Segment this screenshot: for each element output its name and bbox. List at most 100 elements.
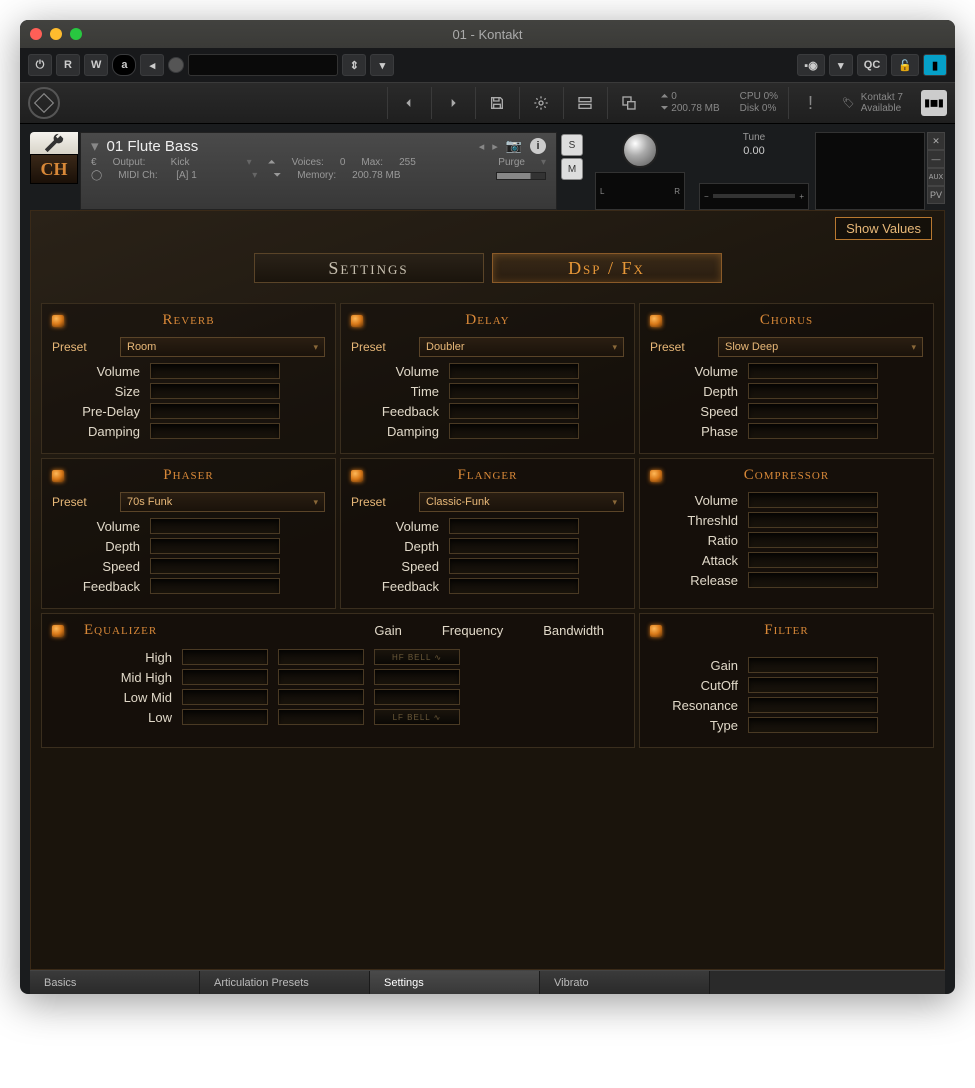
delay-time-slider[interactable]	[449, 383, 579, 399]
chorus-depth-slider[interactable]	[748, 383, 878, 399]
flanger-volume-slider[interactable]	[449, 518, 579, 534]
chorus-volume-slider[interactable]	[748, 363, 878, 379]
eq-low-gain[interactable]	[182, 709, 268, 725]
volume-slider[interactable]: −+	[699, 183, 809, 211]
delay-preset-select[interactable]: Doubler	[419, 337, 624, 357]
write-button[interactable]: W	[84, 54, 108, 76]
minimize-view-button[interactable]	[607, 87, 651, 119]
lock-icon[interactable]: 🔓	[891, 54, 919, 76]
settings-button[interactable]	[519, 87, 563, 119]
rack-view-button[interactable]	[563, 87, 607, 119]
comp-ratio-slider[interactable]	[748, 532, 878, 548]
tab-settings[interactable]: Settings	[254, 253, 484, 283]
flanger-preset-select[interactable]: Classic-Funk	[419, 492, 624, 512]
eq-high-bell[interactable]: HF BELL ∿	[374, 649, 460, 665]
preset-field[interactable]	[188, 54, 338, 76]
info-icon[interactable]: i	[530, 138, 546, 154]
filter-cutoff-slider[interactable]	[748, 677, 878, 693]
alert-icon[interactable]: !	[788, 87, 832, 119]
eq-high-freq[interactable]	[278, 649, 364, 665]
eq-high-gain[interactable]	[182, 649, 268, 665]
output-value[interactable]: Kick	[171, 157, 231, 168]
accent-toggle-button[interactable]: ▮	[923, 54, 947, 76]
phaser-enable-led[interactable]	[52, 470, 64, 482]
tab-dsp-fx[interactable]: Dsp / Fx	[492, 253, 722, 283]
aux-button[interactable]: AUX	[927, 168, 945, 186]
flanger-enable-led[interactable]	[351, 470, 363, 482]
chorus-preset-select[interactable]: Slow Deep	[718, 337, 923, 357]
close-window-button[interactable]	[30, 28, 42, 40]
phaser-depth-slider[interactable]	[150, 538, 280, 554]
camera-button[interactable]: ▪◉	[797, 54, 825, 76]
qc-button[interactable]: QC	[857, 54, 888, 76]
phaser-speed-slider[interactable]	[150, 558, 280, 574]
next-button[interactable]	[431, 87, 475, 119]
comp-threshold-slider[interactable]	[748, 512, 878, 528]
minimize-instrument-button[interactable]: —	[927, 150, 945, 168]
comp-release-slider[interactable]	[748, 572, 878, 588]
comp-attack-slider[interactable]	[748, 552, 878, 568]
eq-lowmid-bw[interactable]	[374, 689, 460, 705]
dropdown-button[interactable]: ▾	[370, 54, 394, 76]
chorus-speed-slider[interactable]	[748, 403, 878, 419]
reverb-preset-select[interactable]: Room	[120, 337, 325, 357]
delay-enable-led[interactable]	[351, 315, 363, 327]
reverb-size-slider[interactable]	[150, 383, 280, 399]
filter-type-slider[interactable]	[748, 717, 878, 733]
next-preset-button[interactable]: ▸	[492, 140, 498, 153]
mute-button[interactable]: M	[561, 158, 583, 180]
save-button[interactable]	[475, 87, 519, 119]
eq-midhigh-freq[interactable]	[278, 669, 364, 685]
bottom-tab-settings[interactable]: Settings	[370, 971, 540, 994]
delay-feedback-slider[interactable]	[449, 403, 579, 419]
a-button[interactable]: a	[112, 54, 136, 76]
eq-low-bell[interactable]: LF BELL ∿	[374, 709, 460, 725]
flanger-feedback-slider[interactable]	[449, 578, 579, 594]
eq-midhigh-bw[interactable]	[374, 669, 460, 685]
menu-dropdown-button[interactable]: ▾	[829, 54, 853, 76]
power-button[interactable]: ⏻	[28, 54, 52, 76]
maximize-window-button[interactable]	[70, 28, 82, 40]
bottom-tab-basics[interactable]: Basics	[30, 971, 200, 994]
close-instrument-button[interactable]: ✕	[927, 132, 945, 150]
chorus-phase-slider[interactable]	[748, 423, 878, 439]
midi-value[interactable]: [A] 1	[176, 170, 236, 181]
bottom-tab-articulation[interactable]: Articulation Presets	[200, 971, 370, 994]
tune-knob[interactable]	[622, 132, 658, 168]
bottom-tab-vibrato[interactable]: Vibrato	[540, 971, 710, 994]
reverb-volume-slider[interactable]	[150, 363, 280, 379]
show-values-button[interactable]: Show Values	[835, 217, 932, 240]
filter-resonance-slider[interactable]	[748, 697, 878, 713]
eq-lowmid-gain[interactable]	[182, 689, 268, 705]
phaser-volume-slider[interactable]	[150, 518, 280, 534]
flanger-speed-slider[interactable]	[449, 558, 579, 574]
pan-meter[interactable]: L R	[595, 172, 685, 210]
eq-midhigh-gain[interactable]	[182, 669, 268, 685]
minimize-window-button[interactable]	[50, 28, 62, 40]
back-button[interactable]: ◂	[140, 54, 164, 76]
prev-button[interactable]	[387, 87, 431, 119]
pv-button[interactable]: PV	[927, 186, 945, 204]
snapshot-icon[interactable]: 📷	[506, 138, 522, 154]
up-down-button[interactable]: ⇕	[342, 54, 366, 76]
wrench-button[interactable]	[30, 132, 78, 154]
eq-lowmid-freq[interactable]	[278, 689, 364, 705]
reverb-predelay-slider[interactable]	[150, 403, 280, 419]
read-button[interactable]: R	[56, 54, 80, 76]
reverb-enable-led[interactable]	[52, 315, 64, 327]
chorus-enable-led[interactable]	[650, 315, 662, 327]
reverb-damping-slider[interactable]	[150, 423, 280, 439]
solo-button[interactable]: S	[561, 134, 583, 156]
eq-low-freq[interactable]	[278, 709, 364, 725]
phaser-feedback-slider[interactable]	[150, 578, 280, 594]
compressor-enable-led[interactable]	[650, 470, 662, 482]
filter-enable-led[interactable]	[650, 625, 662, 637]
phaser-preset-select[interactable]: 70s Funk	[120, 492, 325, 512]
delay-volume-slider[interactable]	[449, 363, 579, 379]
purge-button[interactable]: Purge	[498, 157, 525, 168]
eq-enable-led[interactable]	[52, 625, 64, 637]
comp-volume-slider[interactable]	[748, 492, 878, 508]
flanger-depth-slider[interactable]	[449, 538, 579, 554]
prev-preset-button[interactable]: ◂	[479, 140, 485, 153]
delay-damping-slider[interactable]	[449, 423, 579, 439]
